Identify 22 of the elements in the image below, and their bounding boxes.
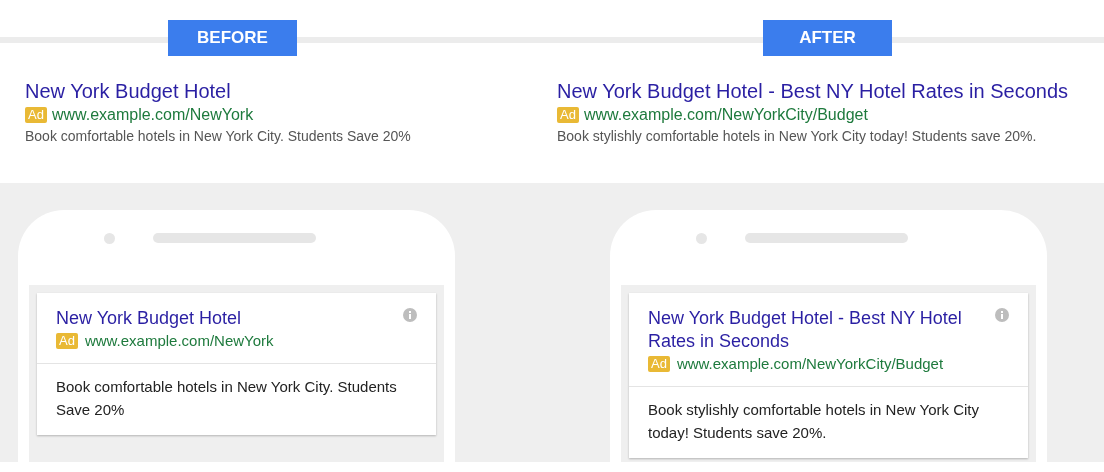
ad-headline[interactable]: New York Budget Hotel - Best NY Hotel Rates in Seconds	[557, 78, 1104, 104]
ad-badge: Ad	[56, 333, 78, 349]
ad-description: Book stylishly comfortable hotels in New York City today! Students save 20%.	[557, 127, 1038, 146]
ad-badge: Ad	[648, 356, 670, 372]
section-label: AFTER	[763, 20, 892, 56]
info-icon[interactable]	[995, 308, 1009, 322]
ad-headline[interactable]: New York Budget Hotel - Best NY Hotel Rates in Seconds	[648, 307, 978, 353]
ad-url: www.example.com/NewYorkCity/Budget	[583, 105, 868, 125]
ad-badge: Ad	[557, 107, 579, 123]
ad-url: www.example.com/NewYork	[84, 331, 274, 351]
ad-url: www.example.com/NewYorkCity/Budget	[676, 354, 944, 374]
section-label: BEFORE	[168, 20, 297, 56]
ad-badge: Ad	[25, 107, 47, 123]
ad-url: www.example.com/NewYork	[51, 105, 254, 125]
info-icon[interactable]	[403, 308, 417, 322]
camera-icon	[696, 233, 707, 244]
ad-description: Book stylishly comfortable hotels in New York City today! Students save 20%.	[647, 400, 980, 443]
ad-headline[interactable]: New York Budget Hotel	[25, 78, 552, 104]
ad-description: Book comfortable hotels in New York City. Students Save 20%	[55, 377, 398, 420]
camera-icon	[104, 233, 115, 244]
ad-headline[interactable]: New York Budget Hotel	[56, 307, 386, 330]
ad-description: Book comfortable hotels in New York City. Students Save 20%	[25, 127, 412, 146]
